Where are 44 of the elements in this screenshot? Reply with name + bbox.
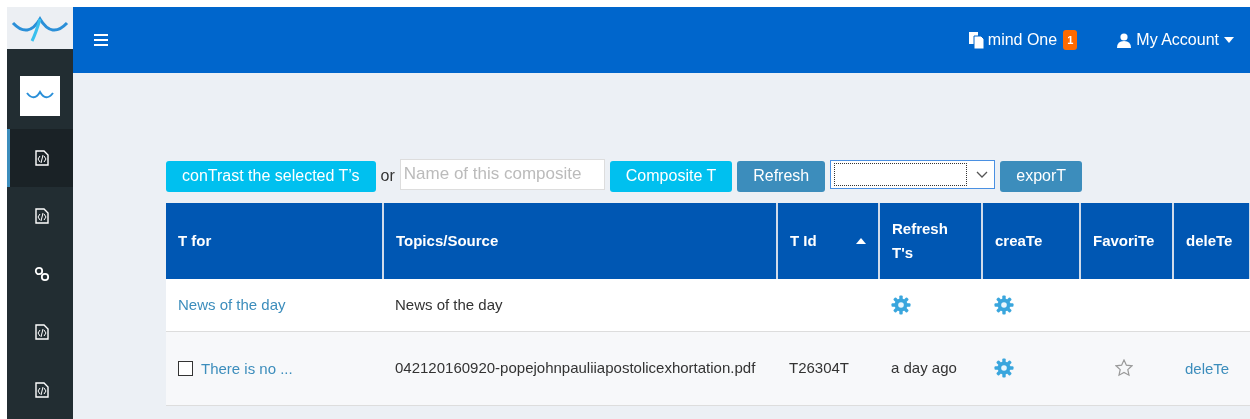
column-header: Topics/Source bbox=[383, 203, 777, 279]
column-header: creaTe bbox=[982, 203, 1080, 279]
menu-icon[interactable] bbox=[94, 34, 108, 46]
account-menu[interactable]: My Account bbox=[1117, 31, 1234, 49]
link-icon bbox=[33, 266, 50, 282]
row-checkbox[interactable] bbox=[178, 360, 193, 376]
notifications-link[interactable]: mind One 1 bbox=[968, 30, 1078, 50]
code-file-icon bbox=[34, 324, 49, 340]
column-header: FavoriTe bbox=[1080, 203, 1173, 279]
gear-icon[interactable] bbox=[891, 294, 911, 315]
brand-logo bbox=[20, 76, 60, 116]
gear-icon[interactable] bbox=[994, 358, 1014, 378]
notifications-label: mind One bbox=[987, 31, 1058, 49]
sidebar-item[interactable] bbox=[7, 129, 73, 187]
chevron-icon bbox=[976, 170, 989, 178]
contrast-button[interactable]: conTrast the selected T’s bbox=[166, 160, 376, 192]
name-field[interactable]: Name of this composite bbox=[399, 158, 605, 190]
table-cell: News of the day bbox=[395, 295, 503, 313]
column-header: T for bbox=[166, 203, 383, 279]
gear-icon[interactable] bbox=[994, 294, 1014, 315]
column-header: Refresh T's bbox=[879, 203, 982, 279]
account-label: My Account bbox=[1136, 31, 1219, 49]
column-header: deleTe bbox=[1173, 203, 1250, 279]
caret-icon bbox=[1224, 37, 1234, 43]
or-text: or bbox=[380, 167, 395, 185]
notification-count: 1 bbox=[1063, 30, 1078, 50]
table-link[interactable]: deleTe bbox=[1185, 359, 1230, 377]
code-file-icon bbox=[34, 150, 49, 166]
table-cell: T26304T bbox=[789, 359, 850, 376]
export-button[interactable]: exporT bbox=[1000, 160, 1083, 192]
table-link[interactable]: There is no ... bbox=[201, 359, 293, 377]
documents-icon bbox=[968, 31, 985, 49]
code-file-icon bbox=[34, 208, 49, 224]
column-header[interactable]: T Id bbox=[777, 203, 879, 279]
star-icon[interactable] bbox=[1115, 359, 1133, 377]
table-cell: a day ago bbox=[891, 359, 957, 376]
table-cell: 042120160920-popejohnpauliiapostolicexhortation.pdf bbox=[395, 359, 756, 376]
table-link[interactable]: News of the day bbox=[178, 296, 286, 314]
user-icon bbox=[1117, 32, 1132, 48]
composite-button[interactable]: Composite T bbox=[609, 160, 733, 192]
sort-ascending-icon bbox=[856, 238, 866, 244]
code-file-icon bbox=[34, 382, 49, 398]
export-format-select[interactable] bbox=[830, 159, 996, 189]
refresh-button[interactable]: Refresh bbox=[737, 160, 826, 192]
